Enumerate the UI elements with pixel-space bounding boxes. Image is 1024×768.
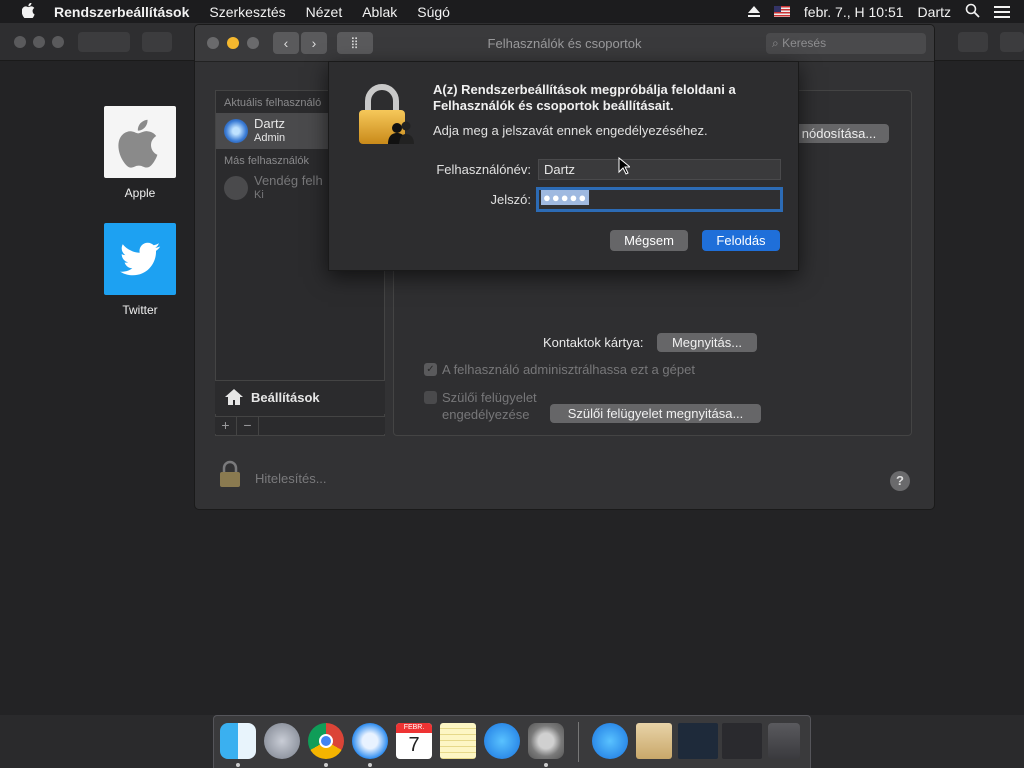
menu-view[interactable]: Nézet: [306, 4, 343, 20]
authentication-dialog: A(z) Rendszerbeállítások megpróbálja fel…: [328, 61, 799, 271]
calendar-month: FEBR.: [396, 723, 432, 733]
dock-separator: [578, 722, 579, 762]
apple-desktop-label: Apple: [124, 186, 156, 200]
eject-icon[interactable]: [747, 6, 760, 17]
menu-clock[interactable]: febr. 7., H 10:51: [804, 4, 904, 20]
screenshot-stack-dock-icon-2[interactable]: [722, 723, 762, 759]
search-placeholder: Keresés: [782, 36, 827, 50]
app-store-dock-icon[interactable]: [484, 723, 520, 759]
menu-window[interactable]: Ablak: [362, 4, 397, 20]
screenshot-stack-dock-icon-1[interactable]: [678, 723, 718, 759]
open-parental-controls-button[interactable]: Szülői felügyelet megnyitása...: [550, 404, 761, 423]
guest-user-name: Vendég felh: [254, 173, 323, 188]
lock-icon: [220, 460, 240, 487]
login-options-label: Beállítások: [251, 390, 320, 405]
notes-dock-icon[interactable]: [440, 723, 476, 759]
window-titlebar: ‹ › ⣿ Felhasználók és csoportok ⌕ Keresé…: [195, 25, 934, 62]
bg-new-tab-button[interactable]: [1000, 32, 1024, 52]
bg-tabs-button[interactable]: [958, 32, 988, 52]
safari-dock-icon[interactable]: [352, 723, 388, 759]
password-value: ●●●●●: [541, 190, 590, 205]
menu-help[interactable]: Súgó: [417, 4, 450, 20]
chrome-dock-icon[interactable]: [308, 723, 344, 759]
finder-dock-icon[interactable]: [220, 723, 256, 759]
dock: FEBR. 7: [213, 715, 811, 768]
parental-controls-checkbox[interactable]: [424, 391, 437, 404]
guest-user-status: Ki: [254, 189, 264, 201]
menu-bar: Rendszerbeállítások Szerkesztés Nézet Ab…: [0, 0, 1024, 23]
password-field[interactable]: ●●●●●: [536, 187, 783, 212]
spotlight-search-icon[interactable]: [965, 3, 980, 21]
bg-nav-buttons[interactable]: [78, 32, 130, 52]
login-options-item[interactable]: Beállítások: [215, 380, 385, 414]
menu-user[interactable]: Dartz: [918, 4, 951, 20]
current-user-name: Dartz: [254, 116, 286, 131]
bg-sidebar-toggle[interactable]: [142, 32, 172, 52]
admin-checkbox-label: A felhasználó adminisztrálhassa ezt a gé…: [442, 362, 695, 377]
twitter-desktop-icon[interactable]: [104, 223, 176, 295]
open-contacts-button[interactable]: Megnyitás...: [657, 333, 757, 352]
bg-zoom-button[interactable]: [52, 36, 64, 48]
password-label: Jelszó:: [490, 192, 531, 207]
apple-desktop-icon[interactable]: [104, 106, 176, 178]
notification-center-icon[interactable]: [994, 5, 1010, 18]
search-input[interactable]: ⌕ Keresés: [766, 33, 926, 54]
dialog-message-bold: A(z) Rendszerbeállítások megpróbálja fel…: [433, 82, 736, 113]
bg-minimize-button[interactable]: [33, 36, 45, 48]
contacts-card-label: Kontaktok kártya:: [543, 335, 644, 350]
trash-dock-icon[interactable]: [768, 723, 800, 759]
unlock-button[interactable]: Feloldás: [702, 230, 780, 251]
sidebar-footer: Beállítások + −: [215, 380, 385, 436]
remove-user-button[interactable]: −: [237, 417, 259, 435]
change-password-button[interactable]: nódosítása...: [789, 124, 889, 143]
cancel-button[interactable]: Mégsem: [610, 230, 688, 251]
house-icon: [225, 389, 243, 405]
bg-close-button[interactable]: [14, 36, 26, 48]
calendar-dock-icon[interactable]: FEBR. 7: [396, 723, 432, 759]
parental-checkbox-label-line2: engedélyezése: [442, 407, 530, 422]
parental-checkbox-label-line1: Szülői felügyelet: [442, 390, 537, 405]
admin-checkbox[interactable]: ✓: [424, 363, 437, 376]
twitter-desktop-label: Twitter: [122, 303, 158, 317]
add-user-button[interactable]: +: [215, 417, 237, 435]
menu-app-name[interactable]: Rendszerbeállítások: [54, 4, 189, 20]
documents-stack-dock-icon[interactable]: [636, 723, 672, 759]
authenticate-label: Hitelesítés...: [255, 471, 327, 486]
lock-users-icon: [359, 84, 414, 144]
current-users-header: Aktuális felhasználó: [224, 97, 322, 109]
add-remove-bar: + −: [215, 416, 385, 435]
username-label: Felhasználónév:: [436, 162, 531, 177]
system-preferences-dock-icon[interactable]: [528, 723, 564, 759]
mouse-cursor-icon: [618, 157, 630, 175]
launchpad-dock-icon[interactable]: [264, 723, 300, 759]
other-users-header: Más felhasználók: [224, 155, 309, 167]
applications-folder-dock-icon[interactable]: [592, 723, 628, 759]
input-source-flag-icon[interactable]: [773, 6, 790, 17]
menu-edit[interactable]: Szerkesztés: [209, 4, 285, 20]
username-field[interactable]: Dartz: [538, 159, 781, 180]
current-user-role: Admin: [254, 132, 286, 144]
search-icon: ⌕: [772, 36, 779, 50]
user-avatar-snowflake-icon: [224, 119, 248, 143]
dialog-message: Adja meg a jelszavát ennek engedélyezésé…: [433, 123, 708, 138]
help-button[interactable]: ?: [890, 471, 910, 491]
calendar-day: 7: [408, 734, 420, 756]
guest-avatar-icon: [224, 176, 248, 200]
apple-menu-icon[interactable]: [18, 2, 38, 21]
